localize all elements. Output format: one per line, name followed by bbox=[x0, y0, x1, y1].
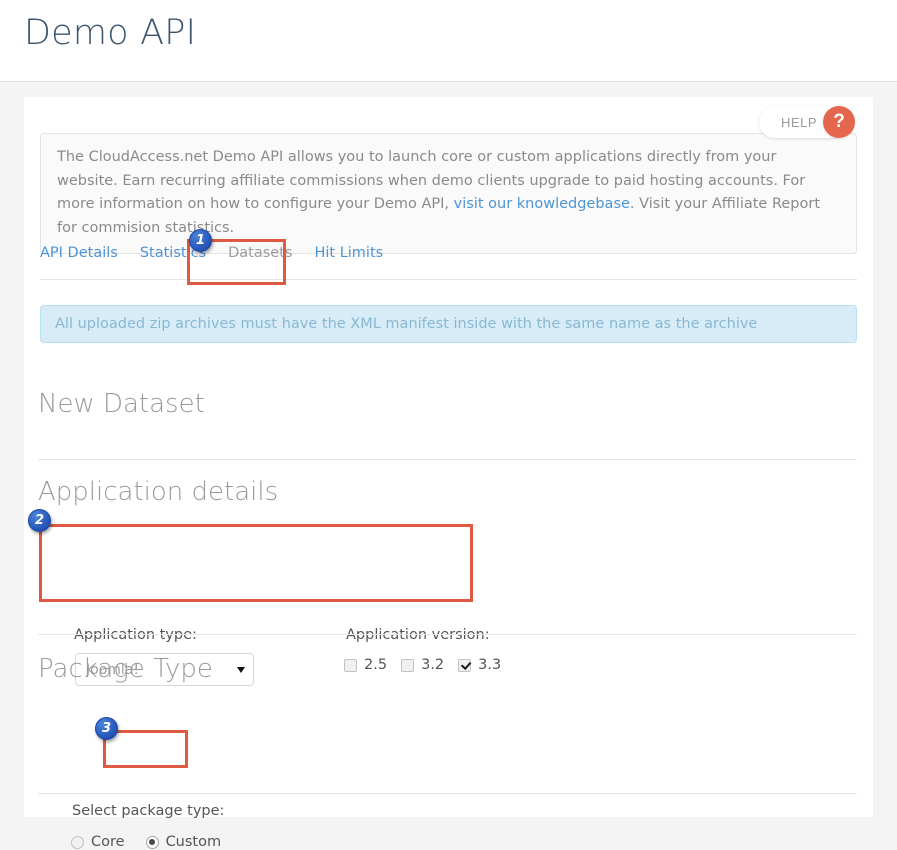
version-checkbox-3-2[interactable]: 3.2 bbox=[401, 657, 444, 673]
section-title-new-dataset: New Dataset bbox=[38, 389, 205, 419]
package-radio-core[interactable]: Core bbox=[71, 834, 125, 850]
version-label: 2.5 bbox=[364, 657, 388, 673]
page-title: Demo API bbox=[24, 13, 197, 53]
divider-1 bbox=[38, 459, 857, 460]
radio-selected-icon[interactable] bbox=[145, 835, 159, 849]
version-label: 3.3 bbox=[478, 657, 502, 673]
checkbox-icon[interactable] bbox=[344, 658, 357, 672]
version-checkbox-2-5[interactable]: 2.5 bbox=[344, 657, 387, 673]
version-checkbox-3-3[interactable]: 3.3 bbox=[458, 657, 501, 673]
page-header: Demo API bbox=[0, 0, 897, 82]
info-alert: All uploaded zip archives must have the … bbox=[40, 305, 857, 343]
package-label: Custom bbox=[165, 834, 222, 850]
intro-panel: The CloudAccess.net Demo API allows you … bbox=[40, 133, 857, 254]
tab-api-details[interactable]: API Details bbox=[40, 245, 118, 261]
annotation-badge-3: 3 bbox=[95, 717, 118, 740]
tab-bar: API Details Statistics Datasets Hit Limi… bbox=[40, 245, 857, 280]
content-card: HELP ? The CloudAccess.net Demo API allo… bbox=[24, 97, 873, 850]
help-question-icon[interactable]: ? bbox=[823, 106, 855, 138]
annotation-badge-1: 1 bbox=[189, 229, 212, 252]
package-label: Core bbox=[91, 834, 125, 850]
version-label: 3.2 bbox=[421, 657, 445, 673]
tab-hit-limits[interactable]: Hit Limits bbox=[314, 245, 383, 261]
help-control[interactable]: HELP ? bbox=[759, 104, 855, 140]
package-type-label: Select package type: bbox=[72, 803, 225, 819]
radio-icon[interactable] bbox=[71, 835, 84, 849]
section-title-package-type: Package Type bbox=[38, 654, 213, 684]
knowledgebase-link[interactable]: visit our knowledgebase bbox=[454, 196, 630, 212]
section-title-application-details: Application details bbox=[38, 477, 279, 507]
checkbox-icon[interactable] bbox=[401, 658, 415, 672]
application-version-group: 2.5 3.2 3.3 bbox=[344, 657, 501, 673]
annotation-badge-2: 2 bbox=[28, 509, 51, 532]
application-type-label: Application type: bbox=[74, 627, 197, 643]
divider-3 bbox=[38, 793, 857, 794]
tab-datasets[interactable]: Datasets bbox=[228, 245, 292, 261]
application-version-label: Application version: bbox=[346, 627, 490, 643]
package-type-group: Core Custom bbox=[71, 834, 242, 850]
checkbox-checked-icon[interactable] bbox=[458, 658, 472, 672]
package-radio-custom[interactable]: Custom bbox=[145, 834, 222, 850]
divider-2 bbox=[38, 634, 857, 635]
chevron-down-icon bbox=[237, 666, 245, 673]
